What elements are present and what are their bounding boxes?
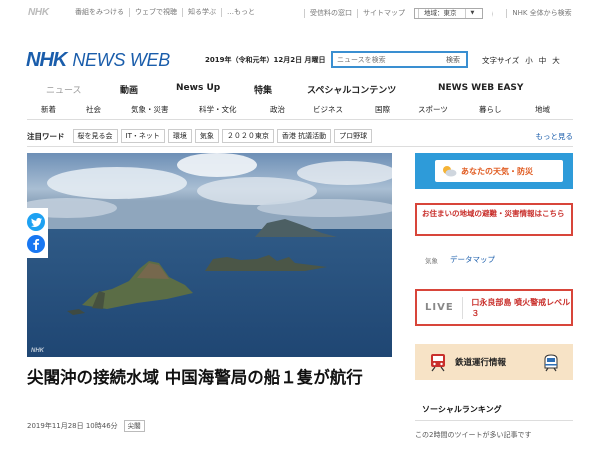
- live-volcano-banner[interactable]: LIVE 口永良部島 噴火警戒レベル３: [415, 289, 573, 326]
- nav-special-contents[interactable]: スペシャルコンテンツ: [307, 83, 396, 96]
- subnav-society[interactable]: 社会: [86, 104, 101, 115]
- trending-more-link[interactable]: もっと見る: [536, 131, 574, 142]
- search-box: 検索: [331, 51, 468, 68]
- datamap-category: 気象: [425, 256, 438, 265]
- util-link-learn[interactable]: 知る学ぶ: [182, 8, 221, 17]
- evacuation-info-banner[interactable]: お住まいの地域の避難・災害情報はこちら: [415, 203, 573, 236]
- utility-right-links: 受信料の窓口 サイトマップ 地域：東京 ▼ NHK 全体から検索: [304, 8, 582, 19]
- nav-video[interactable]: 動画: [120, 83, 138, 96]
- font-size-small-button[interactable]: 小: [525, 55, 533, 66]
- islands-photo: [27, 153, 392, 357]
- subnav-regions[interactable]: 地域: [535, 104, 550, 115]
- font-size-label: 文字サイズ: [482, 56, 520, 65]
- chevron-down-icon: ▼: [464, 9, 480, 18]
- site-logo[interactable]: NHK NEWS WEB: [26, 49, 170, 72]
- utility-bar: NHK 番組をみつける ウェブで視聴 知る学ぶ …もっと 受信料の窓口 サイトマ…: [0, 0, 600, 24]
- font-size-large-button[interactable]: 大: [552, 55, 560, 66]
- weather-disaster-banner[interactable]: あなたの天気・防災: [415, 153, 573, 189]
- article-category-badge[interactable]: 尖閣: [123, 420, 145, 432]
- trending-tag[interactable]: 桜を見る会: [72, 129, 118, 143]
- util-link-fee-window[interactable]: 受信料の窓口: [304, 9, 357, 18]
- facebook-share-button[interactable]: [27, 235, 45, 253]
- subnav-weather-disaster[interactable]: 気象・災害: [131, 104, 169, 115]
- article-image: NHK: [27, 153, 392, 357]
- sun-cloud-icon: [443, 166, 457, 177]
- utility-links: 番組をみつける ウェブで視聴 知る学ぶ …もっと: [70, 8, 260, 17]
- util-link-find-programs[interactable]: 番組をみつける: [70, 8, 129, 17]
- twitter-share-button[interactable]: [27, 213, 45, 231]
- main-nav: ニュース 動画 News Up 特集 スペシャルコンテンツ NEWS WEB E…: [0, 83, 600, 97]
- live-text: 口永良部島 噴火警戒レベル３: [462, 296, 571, 319]
- weather-datamap-link[interactable]: 気象 データマップ: [415, 254, 573, 265]
- datamap-label: データマップ: [450, 255, 495, 264]
- train-info-label: 鉄道運行情報: [455, 358, 507, 368]
- trending-words-bar: 注目ワード 桜を見る会 IT・ネット 環境 気象 ２０２０東京 香港 抗議活動 …: [27, 128, 573, 144]
- current-date: 2019年（令和元年）12月2日 月曜日: [205, 56, 326, 64]
- subnav-business[interactable]: ビジネス: [313, 104, 343, 115]
- logo-nhk: NHK: [26, 49, 67, 71]
- trending-tag[interactable]: ２０２０東京: [221, 129, 274, 143]
- subnav-international[interactable]: 国際: [375, 104, 390, 115]
- trending-tag[interactable]: プロ野球: [334, 129, 373, 143]
- font-size-medium-button[interactable]: 中: [539, 55, 547, 66]
- nav-features[interactable]: 特集: [254, 83, 272, 96]
- facebook-icon: [33, 239, 40, 250]
- search-input[interactable]: [333, 55, 433, 64]
- train-info-banner[interactable]: 鉄道運行情報: [415, 344, 573, 380]
- region-select[interactable]: 地域：東京 ▼: [414, 8, 484, 19]
- all-site-search-label: NHK 全体から検索: [506, 9, 576, 18]
- weather-banner-label: あなたの天気・防災: [461, 166, 533, 176]
- trending-tag[interactable]: 環境: [167, 129, 192, 143]
- weather-banner-inner: あなたの天気・防災: [435, 160, 563, 182]
- social-ranking-note: この2時間のツイートが多い記事です: [415, 431, 532, 439]
- nhk-mini-logo[interactable]: NHK: [28, 7, 49, 18]
- arrow-right-icon: [492, 10, 503, 17]
- util-link-watch-web[interactable]: ウェブで視聴: [129, 8, 182, 17]
- sub-nav: 新着 社会 気象・災害 科学・文化 政治 ビジネス 国際 スポーツ 暮らし 地域: [0, 104, 600, 116]
- subnav-sports[interactable]: スポーツ: [418, 104, 448, 115]
- trending-words-label: 注目ワード: [27, 131, 65, 141]
- divider: [27, 119, 573, 120]
- all-site-search-link[interactable]: NHK 全体から検索: [487, 9, 581, 18]
- trending-tag[interactable]: 香港 抗議活動: [276, 129, 332, 143]
- search-button[interactable]: 検索: [446, 55, 466, 65]
- subnav-science-culture[interactable]: 科学・文化: [199, 104, 237, 115]
- subnav-latest[interactable]: 新着: [41, 104, 56, 115]
- social-ranking-title: ソーシャルランキング: [422, 405, 502, 414]
- nav-news[interactable]: ニュース: [46, 83, 82, 96]
- subnav-living[interactable]: 暮らし: [479, 104, 502, 115]
- twitter-icon: [30, 217, 42, 227]
- font-size-control: 文字サイズ 小 中 大: [482, 55, 560, 66]
- article-meta: 2019年11月28日 10時46分 尖閣: [27, 420, 145, 432]
- nav-news-web-easy[interactable]: NEWS WEB EASY: [438, 83, 523, 93]
- image-credit: NHK: [31, 348, 44, 354]
- article-date: 2019年11月28日 10時46分: [27, 422, 118, 430]
- divider: [415, 420, 573, 421]
- util-link-more[interactable]: …もっと: [221, 8, 260, 17]
- trending-tag[interactable]: 気象: [194, 129, 219, 143]
- bullet-train-icon: [544, 354, 558, 372]
- trending-tag[interactable]: IT・ネット: [120, 129, 165, 143]
- train-icon: [431, 354, 445, 372]
- util-link-sitemap[interactable]: サイトマップ: [357, 9, 410, 18]
- live-label: LIVE: [425, 302, 454, 313]
- subnav-politics[interactable]: 政治: [270, 104, 285, 115]
- nav-news-up[interactable]: News Up: [176, 83, 220, 93]
- region-select-label: 地域：東京: [418, 9, 462, 18]
- article-headline[interactable]: 尖閣沖の接続水域 中国海警局の船１隻が航行: [27, 366, 387, 390]
- logo-news-web: NEWS WEB: [72, 50, 170, 70]
- divider: [27, 146, 573, 147]
